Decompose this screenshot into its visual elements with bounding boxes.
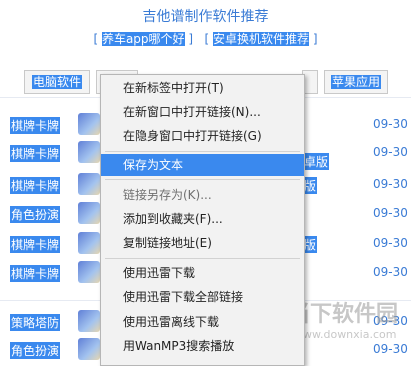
bracket-open: [ [204, 32, 210, 46]
date: 09-30 [373, 265, 408, 279]
title-fragment: 版 [303, 177, 318, 194]
menu-item-thunder-offline[interactable]: 使用迅雷离线下载 [101, 311, 304, 333]
app-thumbnail[interactable] [78, 202, 100, 224]
tab-label: 电脑软件 [31, 75, 82, 89]
menu-separator [105, 151, 300, 152]
menu-item-copy-link-address[interactable]: 复制链接地址(E) [101, 232, 304, 254]
bracket-close: ] [188, 32, 194, 46]
menu-item-wanmp3-search[interactable]: 用WanMP3搜索播放 [101, 335, 304, 357]
category-label: 棋牌卡牌 [10, 265, 61, 282]
related-links: [ 养车app哪个好 ] [ 安卓换机软件推荐 ] [0, 30, 411, 47]
category-label: 角色扮演 [10, 206, 61, 223]
date: 09-30 [373, 117, 408, 131]
context-menu: 在新标签中打开(T) 在新窗口中打开链接(N)... 在隐身窗口中打开链接(G)… [100, 74, 305, 366]
app-thumbnail[interactable] [78, 173, 100, 195]
menu-separator [105, 179, 300, 180]
bracket-close: ] [312, 32, 318, 46]
menu-item-thunder-download[interactable]: 使用迅雷下载 [101, 262, 304, 284]
app-thumbnail[interactable] [78, 113, 100, 135]
menu-item-open-new-tab[interactable]: 在新标签中打开(T) [101, 77, 304, 99]
category-label: 策略塔防 [10, 314, 61, 331]
page-title: 吉他谱制作软件推荐 [142, 9, 269, 25]
watermark-url: www.downxia.com [294, 328, 397, 341]
menu-item-open-new-window[interactable]: 在新窗口中打开链接(N)... [101, 101, 304, 123]
related-link[interactable]: 安卓换机软件推荐 [213, 32, 310, 46]
tab-pc-software[interactable]: 电脑软件 [24, 70, 90, 94]
app-thumbnail[interactable] [78, 232, 100, 254]
title-fragment: 卓版 [303, 153, 330, 170]
bracket-open: [ [93, 32, 99, 46]
date: 09-30 [373, 177, 408, 191]
menu-item-open-incognito[interactable]: 在隐身窗口中打开链接(G) [101, 125, 304, 147]
date: 09-30 [373, 206, 408, 220]
menu-item-save-as-text[interactable]: 保存为文本 [101, 154, 304, 176]
date: 09-30 [373, 236, 408, 250]
tab-label: 苹果应用 [330, 75, 381, 89]
menu-item-save-link-as[interactable]: 链接另存为(K)... [101, 184, 304, 206]
title-fragment: 版 [303, 236, 318, 253]
menu-separator [105, 258, 300, 259]
app-thumbnail[interactable] [78, 338, 100, 360]
menu-item-add-to-favorites[interactable]: 添加到收藏夹(F)... [101, 208, 304, 230]
category-label: 棋牌卡牌 [10, 236, 61, 253]
category-label: 角色扮演 [10, 342, 61, 359]
tab-apple-apps[interactable]: 苹果应用 [324, 70, 388, 94]
related-link[interactable]: 养车app哪个好 [101, 32, 185, 46]
app-thumbnail[interactable] [78, 261, 100, 283]
category-label: 棋牌卡牌 [10, 117, 61, 134]
category-label: 棋牌卡牌 [10, 177, 61, 194]
app-thumbnail[interactable] [78, 310, 100, 332]
menu-item-thunder-download-all[interactable]: 使用迅雷下载全部链接 [101, 286, 304, 308]
